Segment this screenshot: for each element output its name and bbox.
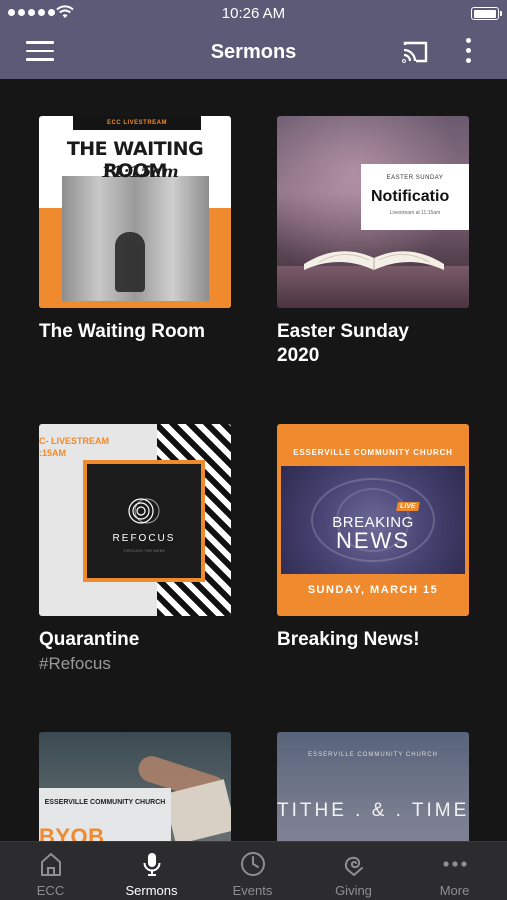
tab-giving[interactable]: Giving	[303, 842, 404, 900]
sermon-card[interactable]: C- LIVESTREAM :15AM REFOCUS THROUGH THE …	[39, 424, 231, 674]
art-word: REFOCUS	[112, 533, 176, 544]
sermon-grid: ECC LIVESTREAM THE WAITING ROOM 11:15am …	[0, 79, 507, 841]
art-line: C- LIVESTREAM	[39, 436, 110, 446]
page-title: Sermons	[210, 41, 297, 63]
sermon-title: Breaking News!	[277, 629, 420, 650]
art-headline: Notificatio	[371, 188, 450, 205]
sermon-artwork: ESSERVILLE COMMUNITY CHURCH LIVE BREAKIN…	[277, 424, 469, 616]
church-icon	[40, 853, 61, 876]
tab-label: Sermons	[125, 883, 178, 898]
top-bar: 10:26 AM Sermons	[0, 0, 507, 79]
tab-events[interactable]: Events	[202, 842, 303, 900]
sermon-artwork: EASTER SUNDAY Notificatio Livestream at …	[277, 116, 469, 308]
art-church: ESSERVILLE COMMUNITY CHURCH	[44, 799, 166, 806]
more-dots-icon	[442, 861, 467, 867]
art-word: NEWS	[336, 528, 410, 553]
microphone-icon	[143, 853, 160, 876]
more-options-button[interactable]	[460, 38, 476, 68]
sermon-card[interactable]: ESSERVILLE COMMUNITY CHURCH TITHE . & . …	[277, 732, 469, 841]
clock-icon	[240, 852, 265, 876]
art-headline: TITHE . & . TIME	[277, 800, 469, 821]
tab-more[interactable]: More	[404, 842, 505, 900]
giving-icon	[344, 856, 363, 876]
sermon-artwork: C- LIVESTREAM :15AM REFOCUS THROUGH THE …	[39, 424, 231, 616]
sermon-card[interactable]: ESSERVILLE COMMUNITY CHURCH BYOB	[39, 732, 231, 841]
battery-icon	[471, 7, 502, 20]
tab-bar: ECC Sermons Events Giving More	[0, 841, 507, 900]
art-kicker: EASTER SUNDAY	[386, 175, 444, 181]
sermon-artwork: ESSERVILLE COMMUNITY CHURCH BYOB	[39, 732, 231, 841]
tab-ecc[interactable]: ECC	[0, 842, 101, 900]
cast-button[interactable]	[401, 40, 429, 64]
status-time: 10:26 AM	[221, 5, 286, 22]
sermon-title: The Waiting Room	[39, 321, 206, 342]
book-illustration	[304, 251, 444, 270]
hamburger-icon	[26, 41, 54, 44]
nav-bar: Sermons	[0, 28, 507, 79]
art-time: 11:15am	[101, 162, 179, 181]
refocus-logo-icon	[128, 498, 160, 524]
sermon-artwork: ECC LIVESTREAM THE WAITING ROOM 11:15am	[39, 116, 231, 308]
sermon-subtitle: #Refocus	[39, 654, 111, 673]
tab-label: More	[439, 883, 470, 898]
tab-label: Events	[232, 883, 273, 898]
art-date: SUNDAY, MARCH 15	[307, 584, 439, 596]
sermon-title: Quarantine	[39, 629, 140, 650]
sermon-card[interactable]: EASTER SUNDAY Notificatio Livestream at …	[277, 116, 469, 368]
status-bar: 10:26 AM	[0, 0, 507, 28]
sermon-card[interactable]: ECC LIVESTREAM THE WAITING ROOM 11:15am …	[39, 116, 231, 344]
sermon-card[interactable]: ESSERVILLE COMMUNITY CHURCH LIVE BREAKIN…	[277, 424, 469, 652]
art-word: BYOB	[39, 824, 105, 841]
art-church: ESSERVILLE COMMUNITY CHURCH	[293, 448, 453, 457]
tab-label: ECC	[36, 883, 65, 898]
art-note: Livestream at 11:15am	[389, 210, 441, 216]
sermon-artwork: ESSERVILLE COMMUNITY CHURCH TITHE . & . …	[277, 732, 469, 841]
art-tagline: THROUGH THE WEEK	[122, 548, 166, 553]
art-line: :15AM	[39, 448, 67, 458]
sermon-title: Easter Sunday 2020	[277, 321, 409, 366]
art-banner: ECC LIVESTREAM	[73, 116, 201, 130]
tab-sermons[interactable]: Sermons	[101, 842, 202, 900]
live-badge: LIVE	[396, 502, 420, 511]
menu-button[interactable]	[26, 41, 54, 63]
art-church: ESSERVILLE COMMUNITY CHURCH	[308, 752, 438, 758]
tab-label: Giving	[335, 883, 372, 898]
